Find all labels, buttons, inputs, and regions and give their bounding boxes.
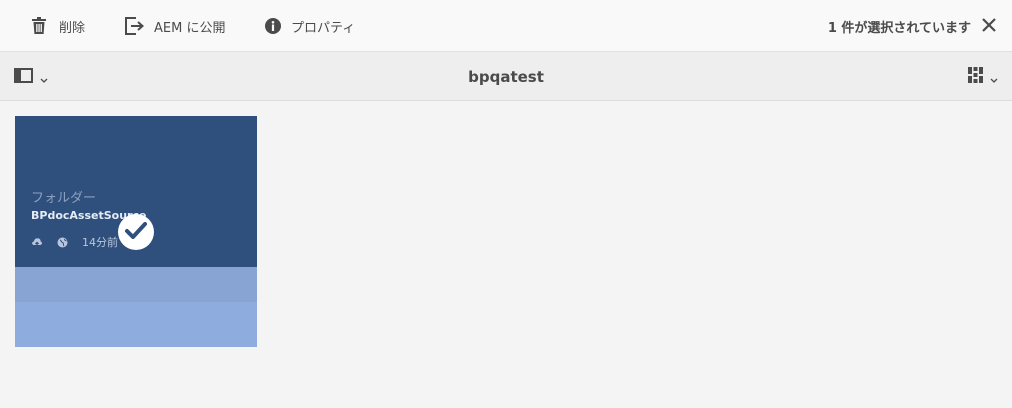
card-view-icon	[968, 67, 983, 87]
card-footer-band-lower	[15, 302, 257, 347]
delete-button[interactable]: 削除	[31, 0, 85, 52]
page-title: bpqatest	[468, 67, 544, 86]
globe-icon	[57, 237, 68, 248]
properties-label: プロパティ	[291, 20, 356, 36]
close-icon	[982, 17, 996, 36]
card-meta: 14分前	[31, 235, 118, 249]
action-bar: 削除 AEM に公開 プロパティ 1 件が選択されています	[0, 0, 1012, 52]
publish-button[interactable]: AEM に公開	[125, 0, 225, 52]
selected-check-badge[interactable]	[118, 214, 154, 250]
card-modified-time: 14分前	[82, 236, 118, 249]
trash-icon	[31, 17, 47, 35]
card-footer-band	[15, 267, 257, 302]
close-selection-button[interactable]	[980, 17, 998, 35]
view-switcher-button[interactable]	[968, 67, 998, 87]
delete-label: 削除	[59, 20, 86, 36]
folder-card[interactable]: フォルダー BPdocAssetSource 14分前	[15, 116, 257, 347]
info-icon	[265, 18, 281, 34]
chevron-down-icon	[990, 68, 998, 87]
header-bar: bpqatest	[0, 52, 1012, 101]
selection-count-text: 1 件が選択されています	[827, 20, 971, 36]
publish-icon	[125, 17, 145, 35]
card-type-label: フォルダー	[31, 191, 97, 206]
cloud-upload-icon	[31, 237, 43, 247]
publish-label: AEM に公開	[154, 20, 226, 36]
check-icon	[125, 221, 147, 243]
properties-button[interactable]: プロパティ	[265, 0, 355, 52]
